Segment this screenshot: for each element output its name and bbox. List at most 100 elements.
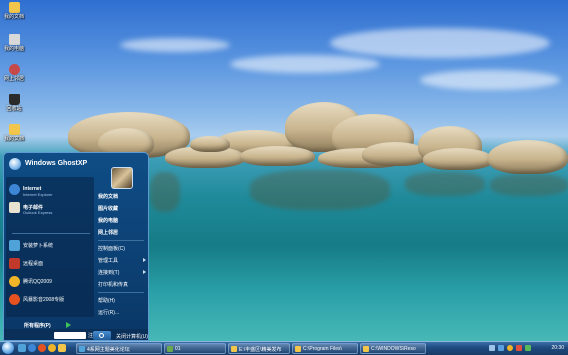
places-item-my-computer[interactable]: 我的电脑	[98, 215, 148, 225]
divider	[98, 240, 144, 241]
start-item-sub: Outlook Express	[23, 210, 53, 215]
places-item-run[interactable]: 运行(R)...	[98, 307, 148, 317]
rock	[240, 146, 315, 166]
places-item-label: 管理工具	[98, 258, 119, 264]
qq-tray-icon[interactable]	[507, 345, 513, 351]
quicklaunch-desktop-icon[interactable]	[18, 344, 26, 352]
arrow-right-icon	[66, 322, 71, 328]
quicklaunch-media-icon[interactable]	[38, 344, 46, 352]
volume-icon[interactable]	[489, 345, 495, 351]
places-item-pictures[interactable]: 图片收藏	[98, 203, 148, 213]
desktop-icon-my-documents[interactable]: 我的文档	[2, 2, 26, 20]
cloud	[330, 28, 550, 58]
shutdown-label[interactable]: 关闭计算机(U)	[116, 333, 148, 340]
chevron-right-icon	[143, 258, 146, 262]
places-item-admin-tools[interactable]: 管理工具	[98, 255, 148, 265]
start-menu: Windows GhostXP Internet Internet Explor…	[3, 152, 149, 341]
cloud	[420, 70, 560, 90]
shield-icon[interactable]	[516, 345, 522, 351]
rock	[423, 148, 493, 170]
power-button[interactable]	[93, 331, 111, 340]
all-programs-label: 所有程序(P)	[24, 323, 51, 329]
app-icon	[167, 346, 173, 352]
divider	[12, 233, 90, 234]
ie-icon	[9, 184, 20, 195]
computer-icon	[8, 34, 20, 45]
folder-icon	[363, 346, 369, 352]
media-player-icon	[9, 294, 20, 305]
network-icon[interactable]	[498, 345, 504, 351]
start-item-label: 远程桌面	[23, 261, 44, 267]
start-menu-footer: 注销(L) 关闭计算机(U)	[4, 329, 148, 340]
taskbar-button[interactable]: C:\Program Files\	[292, 343, 358, 354]
desktop-icon-recycle-bin[interactable]: 回收站	[2, 94, 26, 112]
taskbar-button-label: 4系网主题美化论坛	[87, 347, 130, 353]
taskbar-button-label: C:\Program Files\	[303, 346, 342, 352]
divider	[98, 292, 144, 293]
rock-reflection	[490, 174, 568, 196]
start-item-recent[interactable]: 安装萝卜系统	[9, 239, 93, 253]
desktop-icon-label: 我的文档	[3, 136, 24, 142]
ie-icon	[79, 346, 85, 352]
taskbar-button[interactable]: 4系网主题美化论坛	[76, 343, 162, 354]
cloud	[230, 55, 380, 73]
desktop-icon-my-computer[interactable]: 我的电脑	[2, 34, 26, 52]
start-item-internet[interactable]: Internet Internet Explorer	[9, 183, 93, 197]
places-item-label: 我的电脑	[98, 218, 119, 224]
places-item-connect-to[interactable]: 连接到(T)	[98, 267, 148, 277]
places-item-label: 图片收藏	[98, 206, 119, 212]
qq-icon	[9, 276, 20, 287]
cloud	[120, 38, 230, 52]
start-menu-brand: Windows GhostXP	[25, 160, 88, 167]
folder-icon	[8, 124, 20, 135]
places-item-label: 运行(R)...	[98, 310, 120, 316]
places-item-my-documents[interactable]: 我的文档	[98, 191, 148, 201]
rock	[488, 140, 568, 174]
start-item-recent[interactable]: 风暴影音2008专版	[9, 293, 93, 307]
rock	[190, 136, 230, 152]
folder-icon	[8, 2, 20, 13]
im-icon[interactable]	[525, 345, 531, 351]
places-item-network[interactable]: 网上邻居	[98, 227, 148, 237]
desktop-icon-network[interactable]: 网上邻居	[2, 64, 26, 82]
folder-icon	[295, 346, 301, 352]
start-item-email[interactable]: 电子邮件 Outlook Express	[9, 201, 93, 215]
places-item-label: 连接到(T)	[98, 270, 120, 276]
places-item-printers[interactable]: 打印机和传真	[98, 279, 148, 289]
taskbar-button-label: 01	[175, 346, 181, 352]
chevron-right-icon	[143, 270, 146, 274]
taskbar-button-label: E:\丰盛区\精美发布	[239, 347, 282, 353]
quicklaunch-folder-icon[interactable]	[58, 344, 66, 352]
quicklaunch-qq-icon[interactable]	[48, 344, 56, 352]
desktop-icon-label: 回收站	[6, 106, 22, 112]
avatar[interactable]	[111, 167, 133, 189]
email-icon	[9, 202, 20, 213]
recycle-bin-icon	[8, 94, 20, 105]
start-item-recent[interactable]: 远程桌面	[9, 257, 93, 271]
brand-logo-icon	[9, 158, 21, 170]
rock-reflection	[150, 172, 180, 212]
quicklaunch-ie-icon[interactable]	[28, 344, 36, 352]
places-item-label: 我的文档	[98, 194, 119, 200]
install-icon	[9, 240, 20, 251]
system-tray: 20:30	[485, 343, 568, 354]
taskbar-button[interactable]: C:\WINDOWS\Reso	[360, 343, 426, 354]
desktop-icon-label: 我的电脑	[3, 46, 24, 52]
taskbar: 4系网主题美化论坛 01 E:\丰盛区\精美发布 C:\Program File…	[0, 341, 568, 355]
start-item-recent[interactable]: 腾讯QQ2009	[9, 275, 93, 289]
start-button[interactable]	[2, 342, 14, 354]
places-item-label: 帮助(H)	[98, 298, 115, 304]
start-menu-programs: Internet Internet Explorer 电子邮件 Outlook …	[6, 177, 94, 317]
taskbar-button[interactable]: 01	[164, 343, 226, 354]
places-item-help[interactable]: 帮助(H)	[98, 295, 148, 305]
remote-desktop-icon	[9, 258, 20, 269]
taskbar-button-label: C:\WINDOWS\Reso	[371, 346, 416, 352]
rock-reflection	[405, 172, 485, 196]
power-icon	[99, 333, 104, 338]
search-input[interactable]	[54, 332, 86, 339]
places-item-label: 控制面板(C)	[98, 246, 125, 252]
places-item-control-panel[interactable]: 控制面板(C)	[98, 243, 148, 253]
taskbar-button[interactable]: E:\丰盛区\精美发布	[228, 343, 290, 354]
clock[interactable]: 20:30	[551, 345, 564, 351]
desktop-icon-folder[interactable]: 我的文档	[2, 124, 26, 142]
